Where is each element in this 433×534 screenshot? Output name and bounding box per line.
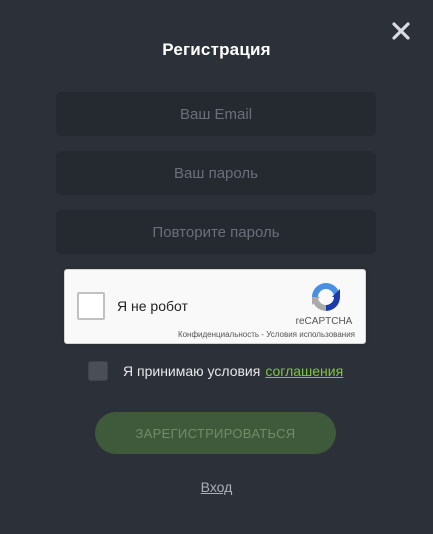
agreement-checkbox[interactable]	[88, 361, 108, 381]
agreement-link[interactable]: соглашения	[265, 363, 343, 379]
registration-modal: Регистрация Я не робот reCAPTCHA Конфиде…	[0, 0, 433, 534]
modal-title: Регистрация	[162, 40, 271, 59]
recaptcha-widget: Я не робот reCAPTCHA Конфиденциальность …	[64, 269, 366, 344]
recaptcha-terms-links[interactable]: Конфиденциальность - Условия использован…	[165, 330, 355, 339]
password-repeat-field[interactable]	[56, 210, 376, 254]
recaptcha-checkbox[interactable]	[77, 292, 105, 320]
recaptcha-logo-icon	[312, 283, 340, 311]
agreement-row: Я принимаю условия соглашения	[88, 361, 343, 381]
close-icon[interactable]	[390, 20, 412, 42]
login-link[interactable]: Вход	[0, 479, 433, 495]
recaptcha-brand: reCAPTCHA	[295, 316, 353, 327]
agreement-text: Я принимаю условия	[123, 363, 261, 379]
email-field[interactable]	[56, 92, 376, 136]
recaptcha-label: Я не робот	[117, 298, 188, 314]
register-button[interactable]: ЗАРЕГИСТРИРОВАТЬСЯ	[95, 412, 336, 454]
password-field[interactable]	[56, 151, 376, 195]
